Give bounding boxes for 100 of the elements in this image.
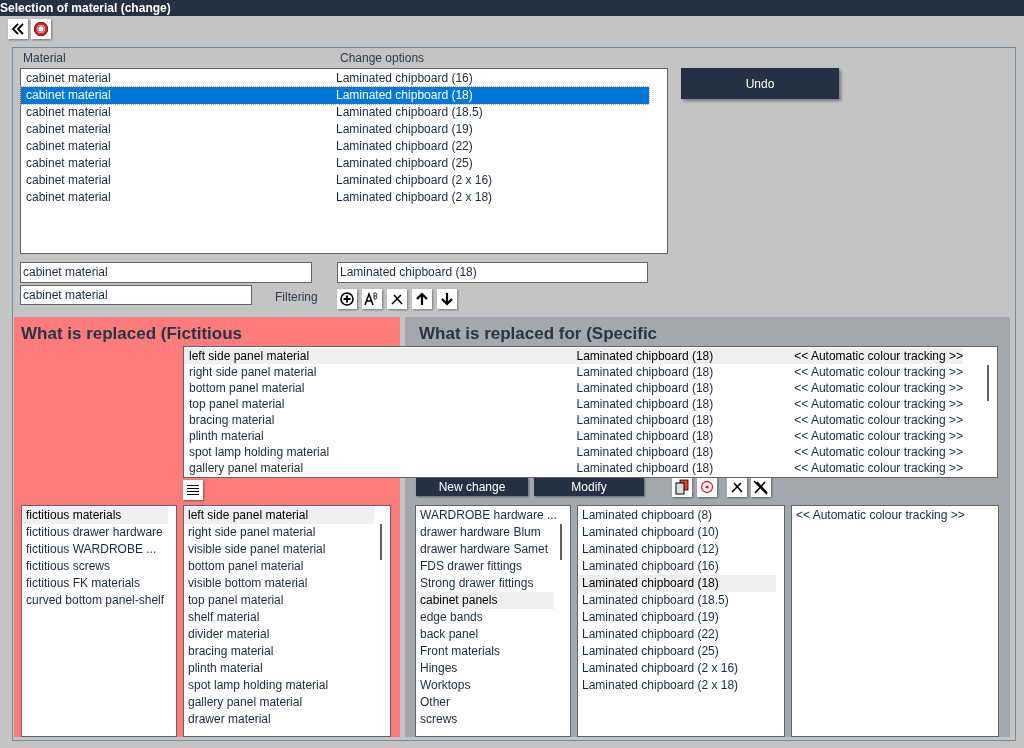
input-field[interactable]: cabinet material xyxy=(20,262,312,283)
list-item[interactable]: back panel xyxy=(416,626,554,643)
table-cell: Laminated chipboard (25) xyxy=(336,155,473,172)
table-cell-text: left side panel material xyxy=(188,348,311,364)
list-item[interactable]: fictitious drawer hardware xyxy=(22,524,168,541)
list-item[interactable]: fictitious materials xyxy=(22,507,168,524)
list-item[interactable]: bottom panel material xyxy=(184,558,374,575)
undo-button[interactable]: Undo xyxy=(681,68,839,99)
list-row[interactable]: cabinet material Laminated chipboard (19) xyxy=(21,121,649,138)
list-item[interactable]: spot lamp holding material xyxy=(184,677,374,694)
table-cell-text: cabinet material xyxy=(25,70,112,87)
list-item[interactable]: Laminated chipboard (18) xyxy=(578,575,776,592)
table-cell: << Automatic colour tracking >> xyxy=(794,380,963,396)
action-button[interactable]: Modify xyxy=(534,478,644,497)
list-item[interactable]: shelf material xyxy=(184,609,374,626)
list-item[interactable]: Laminated chipboard (16) xyxy=(578,558,776,575)
list-item[interactable]: << Automatic colour tracking >> xyxy=(792,507,990,524)
window-title: Selection of material (change) xyxy=(0,0,171,16)
table-row[interactable]: right side panel material Laminated chipboard (18) << Automatic colour tracking >> xyxy=(184,364,963,380)
list-item[interactable]: drawer material xyxy=(184,711,374,728)
list-item[interactable]: Laminated chipboard (19) xyxy=(578,609,776,626)
list-item[interactable]: gallery panel material xyxy=(184,694,374,711)
list-item[interactable]: Worktops xyxy=(416,677,554,694)
target-icon[interactable] xyxy=(697,477,717,498)
list-item[interactable]: WARDROBE hardware ... xyxy=(416,507,554,524)
scrollbar[interactable] xyxy=(987,365,989,401)
table-row[interactable]: spot lamp holding material Laminated chipboard (18) << Automatic colour tracking >> xyxy=(184,444,963,460)
table-cell-text: Laminated chipboard (18) xyxy=(576,396,715,412)
scrollbar[interactable] xyxy=(380,524,382,560)
list-item[interactable]: Laminated chipboard (18.5) xyxy=(578,592,776,609)
list-row[interactable]: cabinet material Laminated chipboard (18.5) xyxy=(21,104,649,121)
list-item[interactable]: Laminated chipboard (2 x 16) xyxy=(578,660,776,677)
list-item[interactable]: Laminated chipboard (22) xyxy=(578,626,776,643)
list-item[interactable]: Laminated chipboard (2 x 18) xyxy=(578,677,776,694)
list-item[interactable]: curved bottom panel-shelf xyxy=(22,592,168,609)
table-cell-text: Laminated chipboard (18) xyxy=(576,364,715,380)
table-row[interactable]: top panel material Laminated chipboard (18) << Automatic colour tracking >> xyxy=(184,396,963,412)
list-item[interactable]: Strong drawer fittings xyxy=(416,575,554,592)
lifebuoy-icon[interactable] xyxy=(31,19,51,39)
list-item[interactable]: Laminated chipboard (8) xyxy=(578,507,776,524)
table-cell-text: bracing material xyxy=(188,412,276,428)
table-cell: << Automatic colour tracking >> xyxy=(794,412,963,428)
list-row[interactable]: cabinet material Laminated chipboard (2 x 16) xyxy=(21,172,649,189)
arrow-up-icon[interactable] xyxy=(412,289,432,309)
list-item[interactable]: fictitious WARDROBE ... xyxy=(22,541,168,558)
list-item[interactable]: Laminated chipboard (25) xyxy=(578,643,776,660)
action-button[interactable]: New change xyxy=(416,478,528,497)
list-item[interactable]: drawer hardware Samet xyxy=(416,541,554,558)
table-cell-text: top panel material xyxy=(188,396,286,412)
list-item[interactable]: FDS drawer fittings xyxy=(416,558,554,575)
table-cell-text: plinth material xyxy=(188,428,265,444)
list-item[interactable]: Hinges xyxy=(416,660,554,677)
list-item[interactable]: Laminated chipboard (10) xyxy=(578,524,776,541)
list-item[interactable]: screws xyxy=(416,711,554,728)
copy-icon[interactable] xyxy=(672,477,692,498)
list-row[interactable]: cabinet material Laminated chipboard (2 x 18) xyxy=(21,189,649,206)
double-chevron-left-icon[interactable] xyxy=(8,19,28,39)
list-item[interactable]: edge bands xyxy=(416,609,554,626)
list-item[interactable]: visible bottom material xyxy=(184,575,374,592)
table-row[interactable]: plinth material Laminated chipboard (18) << Automatic colour tracking >> xyxy=(184,428,963,444)
list-item[interactable]: fictitious FK materials xyxy=(22,575,168,592)
table-cell-text: cabinet material xyxy=(25,138,112,155)
list-row[interactable]: cabinet material Laminated chipboard (18) xyxy=(21,87,649,104)
close-icon[interactable] xyxy=(387,289,407,309)
panel-title: What is replaced (Fictitious xyxy=(21,323,244,345)
list-item[interactable]: right side panel material xyxy=(184,524,374,541)
table-cell: << Automatic colour tracking >> xyxy=(794,460,963,476)
list-item[interactable]: divider material xyxy=(184,626,374,643)
list-item[interactable]: cabinet panels xyxy=(416,592,554,609)
list-item[interactable]: visible side panel material xyxy=(184,541,374,558)
table-cell: Laminated chipboard (19) xyxy=(336,121,473,138)
list-item[interactable]: left side panel material xyxy=(184,507,374,524)
table-cell-text: Laminated chipboard (18) xyxy=(576,412,715,428)
add-icon[interactable] xyxy=(337,289,357,309)
list-row[interactable]: cabinet material Laminated chipboard (22) xyxy=(21,138,649,155)
text-style-icon[interactable] xyxy=(362,289,382,309)
list-item[interactable]: plinth material xyxy=(184,660,374,677)
list-item[interactable]: fictitious screws xyxy=(22,558,168,575)
list-item[interactable]: Other xyxy=(416,694,554,711)
table-row[interactable]: left side panel material Laminated chipboard (18) << Automatic colour tracking >> xyxy=(184,348,963,364)
table-cell-text: Laminated chipboard (18) xyxy=(576,444,715,460)
list-item[interactable]: Front materials xyxy=(416,643,554,660)
filter-field[interactable]: cabinet material xyxy=(20,285,252,305)
table-row[interactable]: bracing material Laminated chipboard (18) << Automatic colour tracking >> xyxy=(184,412,963,428)
scrollbar[interactable] xyxy=(560,524,562,560)
close-all-icon[interactable] xyxy=(751,477,771,498)
list-item[interactable]: Laminated chipboard (12) xyxy=(578,541,776,558)
table-row[interactable]: bottom panel material Laminated chipboard (18) << Automatic colour tracking >> xyxy=(184,380,963,396)
close-icon[interactable] xyxy=(727,477,747,498)
list-item[interactable]: top panel material xyxy=(184,592,374,609)
list-icon[interactable] xyxy=(183,480,203,500)
list-item[interactable]: drawer hardware Blum xyxy=(416,524,554,541)
input-field[interactable]: Laminated chipboard (18) xyxy=(337,262,648,283)
list-row[interactable]: cabinet material Laminated chipboard (16) xyxy=(21,70,649,87)
arrow-down-icon[interactable] xyxy=(437,289,457,309)
list-item[interactable]: bracing material xyxy=(184,643,374,660)
table-row[interactable]: gallery panel material Laminated chipboard (18) << Automatic colour tracking >> xyxy=(184,460,963,476)
column-header: Change options xyxy=(340,50,425,67)
list-row[interactable]: cabinet material Laminated chipboard (25) xyxy=(21,155,649,172)
panel-title: What is replaced for (Specific xyxy=(418,323,659,345)
